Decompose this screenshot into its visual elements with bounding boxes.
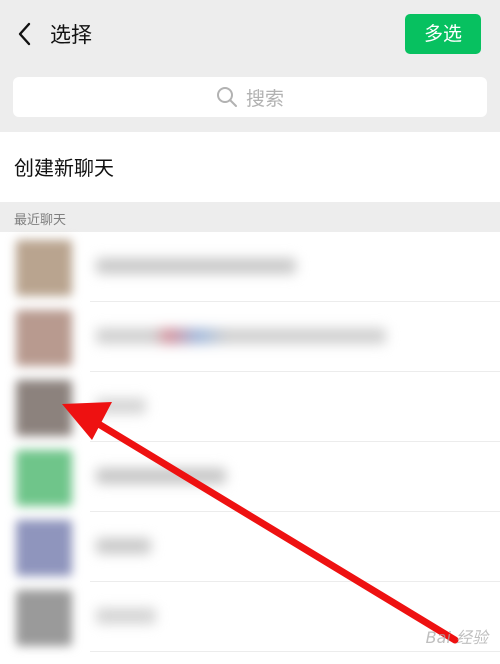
annotation-arrow <box>62 402 459 644</box>
watermark: Bai 经验 <box>425 628 488 647</box>
